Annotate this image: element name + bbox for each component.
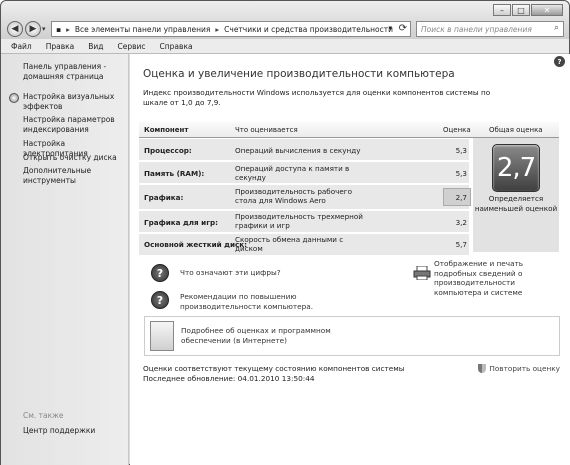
- maximize-button[interactable]: □: [512, 4, 530, 16]
- table-header: Компонент Что оценивается Оценка Общая о…: [139, 122, 559, 138]
- question-icon[interactable]: ?: [151, 264, 169, 282]
- menu-bar: Файл Правка Вид Сервис Справка: [1, 39, 569, 54]
- column-what: Что оценивается: [235, 126, 298, 134]
- details-online-box[interactable]: Подробнее об оценках и программном обесп…: [144, 316, 560, 356]
- column-component: Компонент: [144, 126, 189, 134]
- breadcrumb-item-all-control-panel[interactable]: Все элементы панели управления: [75, 25, 211, 34]
- sidebar-item-disk-cleanup[interactable]: Открыть очистку диска: [23, 153, 127, 163]
- tips-link[interactable]: Рекомендации по повышению производительн…: [180, 292, 330, 311]
- details-online-link[interactable]: Подробнее об оценках и программном обесп…: [181, 326, 341, 345]
- overall-score-badge: 2,7: [492, 144, 540, 192]
- row-score: 5,3: [455, 169, 467, 178]
- sidebar-item-support-center[interactable]: Центр поддержки: [23, 426, 95, 435]
- main-content: ? Оценка и увеличение производительности…: [130, 54, 570, 465]
- row-score: 5,3: [455, 146, 467, 155]
- row-what: Производительность рабочего стола для Wi…: [235, 187, 352, 205]
- row-component: Память (RAM):: [144, 169, 205, 178]
- sidebar-item-home[interactable]: Панель управления - домашняя страница: [23, 62, 127, 81]
- window-controls: – □ ✕: [493, 4, 563, 16]
- shield-icon: [9, 93, 19, 103]
- row-score: 2,7: [455, 193, 467, 202]
- recent-pages-dropdown[interactable]: ▾: [42, 25, 46, 33]
- overall-score-panel: 2,7 Определяется наименьшей оценкой: [473, 138, 559, 252]
- rerun-assessment-link[interactable]: Повторить оценку: [478, 364, 560, 373]
- breadcrumb-separator-icon: ▸: [66, 24, 70, 34]
- menu-help[interactable]: Справка: [160, 42, 193, 51]
- what-mean-link[interactable]: Что означают эти цифры?: [180, 268, 281, 278]
- forward-button[interactable]: ▶: [25, 21, 41, 37]
- back-button[interactable]: ◀: [7, 21, 23, 37]
- row-component: Графика:: [144, 193, 184, 202]
- last-update-text: Последнее обновление: 04.01.2010 13:50:4…: [143, 374, 315, 383]
- refresh-icon[interactable]: ⟳: [399, 23, 407, 34]
- minimize-button[interactable]: –: [493, 4, 511, 16]
- sidebar-item-indexing[interactable]: Настройка параметров индексирования: [23, 115, 127, 134]
- menu-tools[interactable]: Сервис: [118, 42, 146, 51]
- rerun-label[interactable]: Повторить оценку: [489, 364, 560, 373]
- printer-icon[interactable]: [413, 266, 431, 280]
- menu-view[interactable]: Вид: [88, 42, 103, 51]
- intro-text: Индекс производительности Windows исполь…: [143, 88, 491, 107]
- print-details-link[interactable]: Отображение и печать подробных сведений …: [434, 259, 564, 297]
- address-dropdown-icon[interactable]: ▾: [388, 24, 392, 32]
- breadcrumb-separator-icon: ▸: [215, 24, 220, 34]
- help-icon[interactable]: ?: [554, 56, 565, 67]
- sidebar: Панель управления - домашняя страница На…: [1, 54, 129, 465]
- row-what: Операций доступа к памяти в секунду: [235, 164, 350, 182]
- overall-score-caption: Определяется наименьшей оценкой: [474, 194, 558, 213]
- row-component: Графика для игр:: [144, 218, 218, 227]
- folder-icon: ▪: [56, 24, 62, 34]
- search-placeholder: Поиск в панели управления: [421, 24, 532, 34]
- search-input[interactable]: Поиск в панели управления ⌕: [416, 21, 564, 37]
- breadcrumb-item-performance[interactable]: Счетчики и средства производительности: [224, 25, 393, 34]
- close-button[interactable]: ✕: [531, 4, 563, 16]
- window: – □ ✕ ◀ ▶ ▾ ▪ ▸ Все элементы панели упра…: [0, 0, 570, 465]
- row-score: 5,7: [455, 240, 467, 249]
- uac-shield-icon: [478, 364, 487, 373]
- row-what: Операций вычисления в секунду: [235, 146, 361, 155]
- search-icon[interactable]: ⌕: [554, 23, 559, 33]
- column-overall: Общая оценка: [489, 126, 543, 134]
- row-component: Основной жесткий диск:: [144, 240, 248, 249]
- menu-edit[interactable]: Правка: [46, 42, 75, 51]
- address-bar[interactable]: ▪ ▸ Все элементы панели управления ▸ Сче…: [51, 21, 411, 37]
- row-score: 3,2: [455, 218, 467, 227]
- status-text: Оценки соответствуют текущему состоянию …: [143, 364, 405, 373]
- row-component: Процессор:: [144, 146, 192, 155]
- see-also-label: См. также: [23, 411, 64, 420]
- sidebar-item-visual-effects[interactable]: Настройка визуальных эффектов: [23, 92, 127, 111]
- column-score: Оценка: [443, 126, 471, 134]
- page-title: Оценка и увеличение производительности к…: [143, 68, 455, 80]
- software-box-icon: [150, 321, 174, 351]
- menu-file[interactable]: Файл: [11, 42, 32, 51]
- question-icon[interactable]: ?: [151, 291, 169, 309]
- sidebar-item-advanced-tools[interactable]: Дополнительные инструменты: [23, 166, 127, 185]
- row-what: Скорость обмена данными с диском: [235, 235, 344, 253]
- row-what: Производительность трехмерной графики и …: [235, 212, 363, 230]
- title-bar: – □ ✕ ◀ ▶ ▾ ▪ ▸ Все элементы панели упра…: [1, 1, 569, 39]
